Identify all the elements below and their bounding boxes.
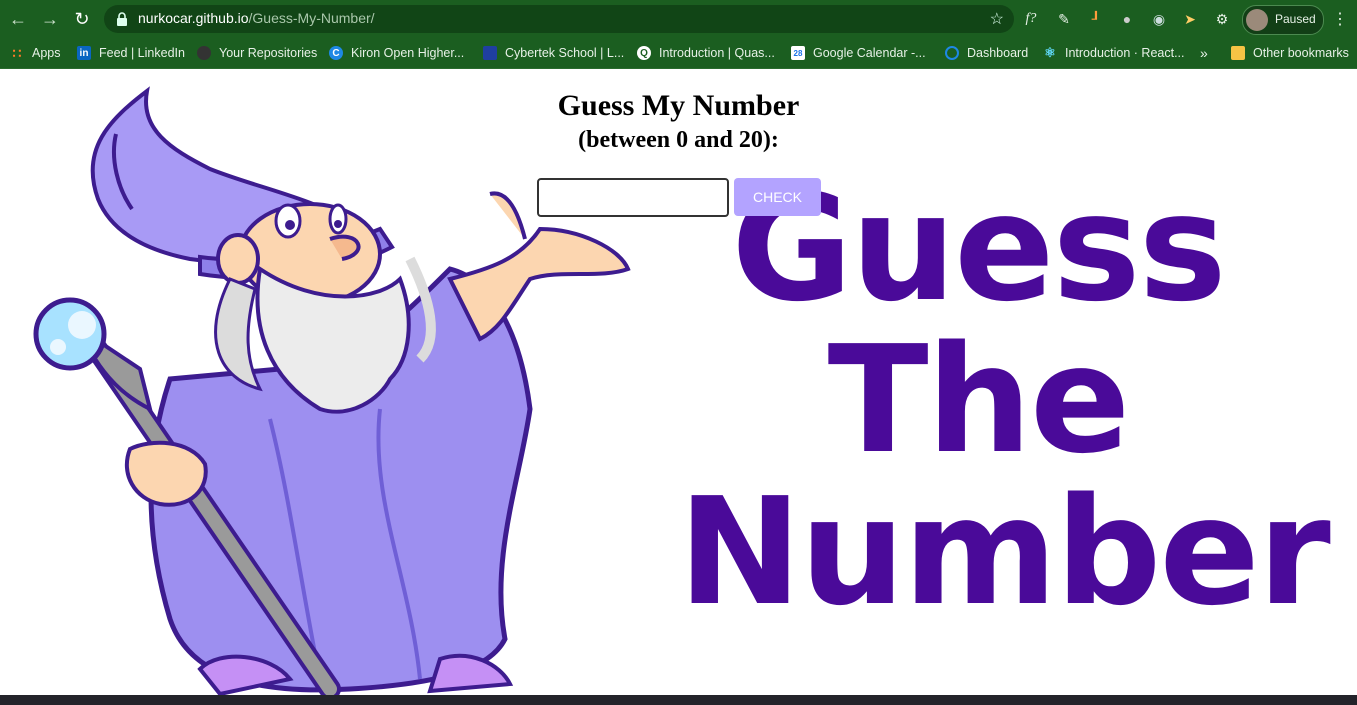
address-bar[interactable]: nurkocar.github.io/Guess-My-Number/ ☆ bbox=[104, 5, 1014, 33]
arrow-extension-icon[interactable]: ➤ bbox=[1180, 9, 1200, 29]
bookmark-repositories[interactable]: Your Repositories bbox=[197, 38, 317, 68]
bookmark-other[interactable]: Other bookmarks bbox=[1231, 38, 1349, 68]
quasar-icon: Q bbox=[637, 46, 651, 60]
page-subtitle: (between 0 and 20): bbox=[578, 127, 779, 153]
bookmark-kiron[interactable]: C Kiron Open Higher... bbox=[329, 38, 464, 68]
bookmark-cybertek[interactable]: Cybertek School | L... bbox=[483, 38, 624, 68]
profile-button[interactable]: Paused bbox=[1242, 5, 1324, 35]
circle-extension-icon[interactable]: ◉ bbox=[1149, 9, 1169, 29]
react-icon: ⚛ bbox=[1044, 45, 1056, 60]
forward-arrow-icon[interactable]: → bbox=[38, 7, 62, 31]
bookmark-label: Other bookmarks bbox=[1253, 46, 1349, 60]
linkedin-icon: in bbox=[77, 46, 91, 60]
formula-extension-icon[interactable]: f? bbox=[1021, 9, 1041, 29]
bookmark-label: Kiron Open Higher... bbox=[351, 46, 465, 60]
os-taskbar bbox=[0, 695, 1357, 705]
bookmark-label: Your Repositories bbox=[219, 46, 318, 60]
bookmark-react[interactable]: ⚛ Introduction · React... bbox=[1043, 38, 1185, 68]
page-content: Guess The Number Guess My Number (betwee… bbox=[0, 69, 1357, 695]
bookmark-apps[interactable]: ∷ Apps bbox=[10, 38, 61, 68]
bookmark-dashboard[interactable]: Dashboard bbox=[945, 38, 1028, 68]
banner-line: The bbox=[827, 314, 1131, 486]
bookmark-star-icon[interactable]: ☆ bbox=[990, 9, 1004, 29]
bookmark-linkedin[interactable]: in Feed | LinkedIn bbox=[77, 38, 185, 68]
github-icon bbox=[197, 46, 211, 60]
url-path: /Guess-My-Number/ bbox=[248, 10, 375, 26]
turtle-extension-icon[interactable]: ● bbox=[1117, 9, 1137, 29]
url-text: nurkocar.github.io/Guess-My-Number/ bbox=[138, 10, 375, 26]
bookmark-label: Apps bbox=[32, 46, 61, 60]
reload-icon[interactable]: ↻ bbox=[70, 7, 94, 31]
puzzle-extensions-icon[interactable]: ⚙ bbox=[1212, 9, 1232, 29]
url-host: nurkocar.github.io bbox=[138, 10, 249, 26]
calendar-icon: 28 bbox=[791, 46, 805, 60]
avatar bbox=[1246, 9, 1268, 31]
banner-line: Number bbox=[678, 466, 1331, 638]
menu-dots-icon[interactable]: ⋮ bbox=[1332, 9, 1348, 29]
page-title: Guess My Number bbox=[557, 89, 800, 122]
guess-input[interactable] bbox=[537, 178, 729, 217]
wizard-illustration bbox=[33, 86, 631, 695]
bookmark-label: Feed | LinkedIn bbox=[99, 46, 185, 60]
back-arrow-icon[interactable]: ← bbox=[6, 7, 30, 31]
bookmark-quasar[interactable]: Q Introduction | Quas... bbox=[637, 38, 775, 68]
bookmarks-overflow-button[interactable]: » bbox=[1200, 38, 1208, 68]
bookmarks-bar: ∷ Apps in Feed | LinkedIn Your Repositor… bbox=[0, 38, 1357, 69]
dashboard-icon bbox=[945, 46, 959, 60]
bookmark-label: Introduction | Quas... bbox=[659, 46, 775, 60]
bookmark-label: Introduction · React... bbox=[1065, 46, 1185, 60]
browser-toolbar: ← → ↻ nurkocar.github.io/Guess-My-Number… bbox=[0, 0, 1357, 38]
profile-status: Paused bbox=[1275, 12, 1316, 26]
bookmark-label: Dashboard bbox=[967, 46, 1029, 60]
cybertek-icon bbox=[483, 46, 497, 60]
check-button[interactable]: CHECK bbox=[734, 178, 821, 216]
lock-icon bbox=[117, 12, 127, 26]
kiron-icon: C bbox=[329, 46, 343, 60]
folder-icon bbox=[1231, 46, 1245, 60]
bookmark-label: Cybertek School | L... bbox=[505, 46, 625, 60]
bookmark-google-calendar[interactable]: 28 Google Calendar -... bbox=[791, 38, 926, 68]
bookmark-label: Google Calendar -... bbox=[813, 46, 926, 60]
hook-extension-icon[interactable]: ┚ bbox=[1086, 9, 1106, 29]
apps-grid-icon: ∷ bbox=[12, 44, 22, 61]
guess-the-number-banner: Guess The Number bbox=[678, 172, 1331, 638]
pen-extension-icon[interactable]: ✎ bbox=[1054, 9, 1074, 29]
